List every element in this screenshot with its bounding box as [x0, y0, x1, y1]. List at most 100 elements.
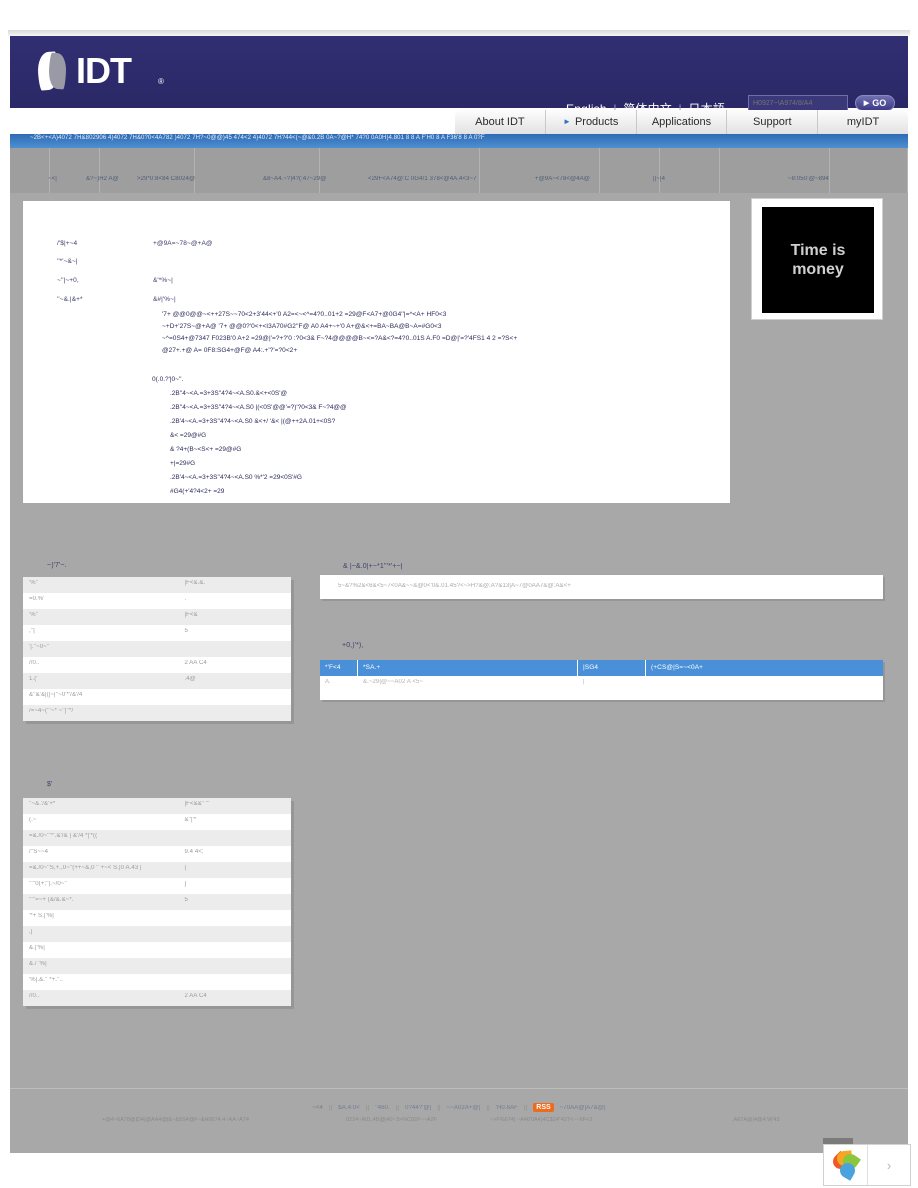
- subnav-cell-0[interactable]: [10, 148, 50, 193]
- subnav-cell-8[interactable]: [720, 148, 830, 193]
- nav-tab-support[interactable]: Support: [727, 110, 819, 134]
- footer-legal-row: +@4~6A78@|D4|@AA4@|&~&5S4@F~&H0674.4~AA~…: [0, 1117, 918, 1129]
- table-row: &''&'&|(|~|''~0'*'/&'/4: [23, 689, 291, 705]
- products-col-0[interactable]: *'F<4: [320, 660, 358, 676]
- spec2-heading: $': [47, 781, 53, 788]
- subnav-cell-2[interactable]: [100, 148, 195, 193]
- footer-legal-far: .A67A@|4@4:W'43: [732, 1117, 780, 1123]
- footer-link-0[interactable]: ~<4: [312, 1105, 323, 1111]
- footer-link-1[interactable]: $A.4:0<: [338, 1105, 360, 1111]
- footer-sep-2: ||: [395, 1104, 400, 1111]
- promo-banner[interactable]: Time is money: [751, 198, 883, 320]
- field-value-3: &#|'%~|: [153, 296, 176, 303]
- products-col-1[interactable]: *SA.+: [358, 660, 578, 676]
- floating-widget[interactable]: ›: [823, 1144, 911, 1186]
- table-row[interactable]: A. &.~29|@~~A02 A <5~ |: [320, 676, 883, 690]
- spec-cell-value: [178, 942, 291, 958]
- field-value-2: &'*%~|: [153, 277, 173, 284]
- footer-link-3[interactable]: 0?44?'@|: [405, 1105, 431, 1111]
- idt-logo[interactable]: IDT ®: [32, 50, 164, 92]
- nav-tab-about-idt[interactable]: About IDT: [455, 110, 546, 134]
- products-col-3[interactable]: (+CS@|S=~<0A+: [646, 660, 806, 676]
- search-input[interactable]: [748, 95, 848, 111]
- subnav-cell-7[interactable]: [660, 148, 720, 193]
- subnav-item-3[interactable]: &8~A4.~?|4?(:47~29@: [263, 176, 326, 182]
- nav-tab-applications-label: Applications: [651, 116, 712, 128]
- subnav-item-4[interactable]: <29F<A74@:C 0G4/1 378<@4A.4<3~7: [368, 176, 477, 182]
- nav-tab-support-label: Support: [753, 116, 792, 128]
- search-go-button[interactable]: ▶ GO: [855, 95, 895, 111]
- table-row: '|.''~0~'': [23, 641, 291, 657]
- footer-legal-left: +@4~6A78@|D4|@AA4@|&~&5S4@F~&H0674.4~AA~…: [102, 1117, 249, 1123]
- field-value-0: +@9A=~78~@+A@: [153, 240, 213, 247]
- subnav-item-6[interactable]: ||~|4: [653, 176, 665, 182]
- field-label-1: ''*'~&~|: [57, 258, 78, 265]
- spec-cell-label: '%|.&.'' *+.''..: [29, 977, 64, 983]
- spec-table-1: '%'' |F<&.&. =0.%'. '%'' |F<& ,''| 5 '|.''~0~''…: [23, 577, 291, 721]
- body-paragraph-3: @27+.+@ A= 0F8:SG4+@F@ A4:.+'?'=?0<2+: [162, 347, 298, 354]
- subnav-cell-4[interactable]: [320, 148, 480, 193]
- products-table-header: *'F<4 *SA.+ |SG4 (+CS@|S=~<0A+: [320, 660, 883, 676]
- products-cell-0: A.: [325, 679, 331, 685]
- promo-banner-inner: Time is money: [762, 207, 874, 313]
- nav-tab-myidt-label: myIDT: [846, 116, 880, 128]
- spec1-heading: ~)'7'~.: [47, 562, 67, 569]
- nav-tab-about-idt-label: About IDT: [475, 116, 525, 128]
- subnav-item-7[interactable]: ~8:050:@~894: [788, 176, 829, 182]
- feature-list-item-2: .2B'4~<A.=3+3S''4?4~<A.S0 &<+/ '&< |(@++…: [170, 418, 336, 425]
- products-cell-3: [646, 676, 806, 690]
- subnav-item-1[interactable]: &?~)H2 A@: [86, 176, 119, 182]
- nav-tab-products[interactable]: ► Products: [546, 110, 637, 134]
- promo-line-1: Time is: [790, 242, 846, 259]
- table-row: //0.. 2 AA C4: [23, 990, 291, 1006]
- spec-cell-value: [178, 830, 291, 846]
- spec-cell-label: //0..: [29, 660, 40, 666]
- footer-link-4[interactable]: ~~A02A+@|: [447, 1105, 481, 1111]
- footer-link-2[interactable]: ''460.: [375, 1105, 390, 1111]
- subnav-cell-3[interactable]: [195, 148, 320, 193]
- subnav-cell-9[interactable]: [830, 148, 908, 193]
- feature-list-item-0: .2B''4~<A.=3+3S''4?4~<A.S0.&<+<0S'@: [170, 390, 288, 397]
- table-row: (.~ &''|'*: [23, 814, 291, 830]
- subnav-cell-1[interactable]: [50, 148, 100, 193]
- feature-list-item-4: & ?4+(B~<S<+ =29@#G: [170, 446, 242, 453]
- subnav-cell-5[interactable]: [480, 148, 600, 193]
- subnav-item-0[interactable]: ~<|: [48, 176, 57, 182]
- body-paragraph-1: ~+D+'27S~@+A@ '7+ @@0?'0<+<I3A70#G2''F@ …: [162, 323, 442, 330]
- products-table: *'F<4 *SA.+ |SG4 (+CS@|S=~<0A+ A. &.~29|…: [320, 660, 883, 700]
- spec-cell-label: /=~4~('''~* ~'']''*/: [29, 708, 74, 714]
- table-row: ''~&.'/&'+* |F<&&'' ''': [23, 798, 291, 814]
- main-content-card: /'$|+~4 +@9A=~78~@+A@ ''*'~&~| ~''|~+0, …: [23, 201, 730, 503]
- table-row: &./ '%|: [23, 958, 291, 974]
- table-row: '''''0(+;''|.~/0~'']: [23, 878, 291, 894]
- spec-cell-value: |F<&&'' ''': [184, 801, 210, 807]
- rss-icon[interactable]: RSS: [533, 1103, 554, 1112]
- subnav-cell-6[interactable]: [600, 148, 660, 193]
- page-root: IDT ® English | 简体中文 | 日本語 ▶ GO ~<A02 A …: [0, 0, 918, 1188]
- footer-sep-0: ||: [328, 1104, 333, 1111]
- table-row: =&./0~''S,+.,0~''(++~&,0 '' +~< S.|0 A.4…: [23, 862, 291, 878]
- spec-cell-value: ]: [184, 881, 187, 887]
- browser-top-strip: [0, 0, 918, 30]
- footer-link-5[interactable]: 'H0.8AF: [496, 1105, 518, 1111]
- spec-cell-value: [178, 705, 291, 721]
- table-row: '''''=~+ (&/&.&~*. 5: [23, 894, 291, 910]
- nav-tab-myidt[interactable]: myIDT: [818, 110, 908, 134]
- spec-cell-value: |F<&: [184, 612, 198, 618]
- chevron-right-icon[interactable]: ›: [868, 1145, 910, 1185]
- spec-cell-value: [178, 910, 291, 926]
- idt-leaf-logo-icon: [32, 51, 70, 91]
- breadcrumb[interactable]: ~2B<+<A)4072 7H&802906 4)4072 7H&0?0<4A7…: [30, 135, 485, 141]
- spec-cell-value: &''|'*: [184, 817, 197, 823]
- spec-cell-label: =&./0~'''*'.&'/& | &'/4 *|'*((: [29, 833, 98, 839]
- nav-tab-applications[interactable]: Applications: [637, 110, 728, 134]
- table-row: ,|: [23, 926, 291, 942]
- field-label-2: ~''|~+0,: [57, 277, 79, 284]
- spec-cell-label: =&./0~''S,+.,0~''(++~&,0 '' +~< S.|0 A.4…: [29, 865, 142, 871]
- rss-suffix-label[interactable]: ~70AA@|A7&@|: [560, 1105, 606, 1111]
- subnav-item-2[interactable]: >29*0:8<84 C8024@: [137, 176, 195, 182]
- subnav-item-5[interactable]: +@9A~<78<@4A@: [535, 176, 590, 182]
- products-col-2[interactable]: |SG4: [578, 660, 646, 676]
- spec-cell-label: &''&'&|(|~|''~0'*'/&'/4: [29, 692, 83, 698]
- spec-cell-label: 1.(': [29, 676, 38, 682]
